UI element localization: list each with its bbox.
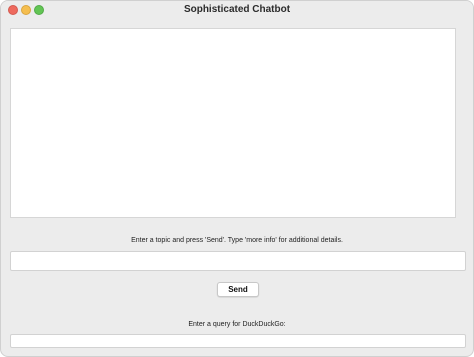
topic-input[interactable] bbox=[10, 251, 466, 271]
title-bar[interactable]: Sophisticated Chatbot bbox=[1, 1, 473, 19]
chat-display[interactable] bbox=[10, 28, 456, 218]
instruction-label: Enter a topic and press 'Send'. Type 'mo… bbox=[131, 237, 343, 244]
duckduckgo-query-label: Enter a query for DuckDuckGo: bbox=[188, 321, 286, 328]
duckduckgo-query-input[interactable] bbox=[10, 334, 466, 348]
window-title: Sophisticated Chatbot bbox=[183, 4, 291, 15]
send-button[interactable]: Send bbox=[217, 282, 259, 297]
app-window: Sophisticated Chatbot Enter a topic and … bbox=[0, 0, 474, 357]
